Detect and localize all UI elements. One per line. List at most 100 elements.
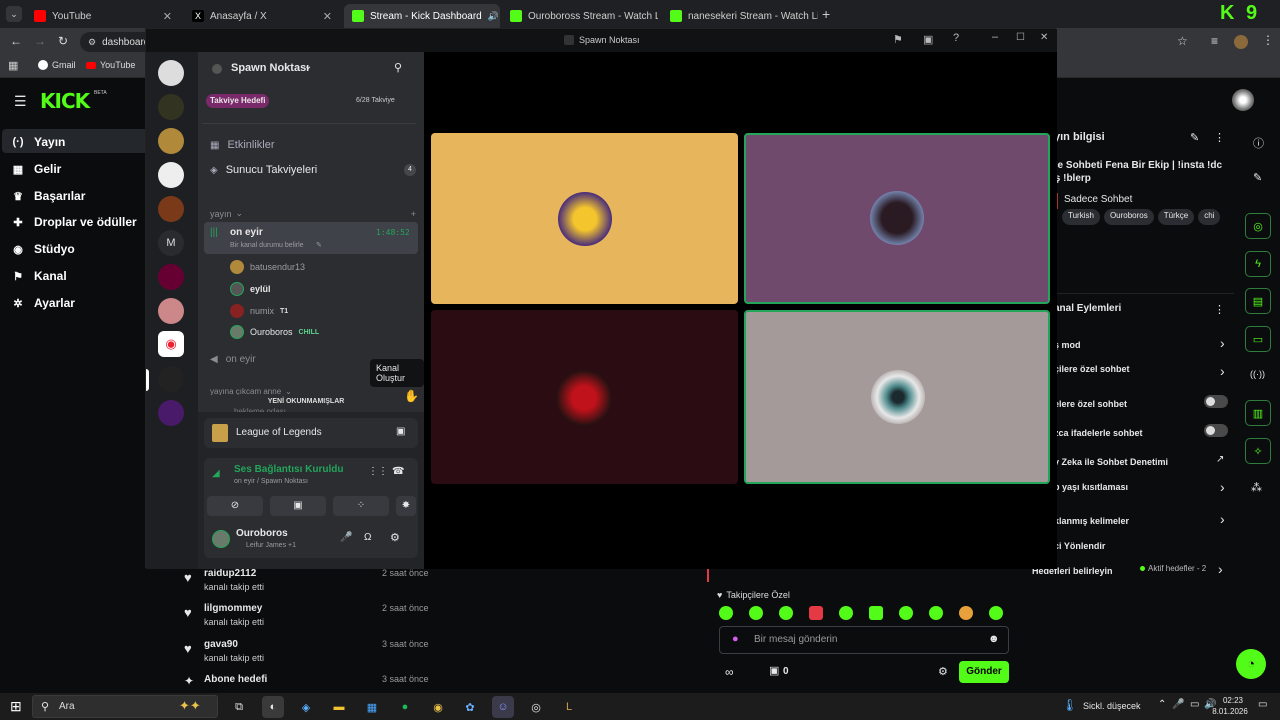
pencil-icon[interactable]: ✎ [316, 241, 322, 249]
kick-extension-icon[interactable]: K [1220, 2, 1234, 25]
close-icon[interactable]: ✕ [323, 10, 332, 23]
weather-text[interactable]: Sickl. düşecek [1083, 701, 1141, 711]
participant-tile[interactable] [744, 133, 1050, 304]
server-boosts-row[interactable]: ◈ Sunucu Takviyeleri 4 [210, 164, 416, 176]
league-icon[interactable]: L [558, 696, 580, 718]
tab-list-chevron-icon[interactable]: ⌄ [6, 6, 22, 22]
server-icon[interactable] [158, 366, 184, 392]
list-item[interactable]: ♥ raidup2112 kanalı takip etti 2 saat ön… [182, 568, 432, 598]
participant-tile[interactable] [744, 310, 1050, 484]
extensions-icon[interactable]: ≡ [1211, 34, 1218, 48]
emote-icon[interactable] [929, 606, 943, 620]
inbox-flag-icon[interactable]: ⚑ [893, 33, 903, 46]
sidebar-item-ayarlar[interactable]: ✲ Ayarlar [12, 296, 75, 310]
microphone-icon[interactable]: 🎤 [340, 532, 352, 543]
channel-action-item[interactable]: elere özel sohbet [1054, 395, 1230, 410]
clipboard-icon[interactable]: ▤ [1245, 288, 1271, 314]
store-icon[interactable]: ▦ [361, 696, 383, 718]
category-yayin[interactable]: yayın ⌄ + [210, 208, 416, 219]
back-icon[interactable]: ← [10, 34, 22, 48]
discord-icon[interactable]: ☺ [492, 696, 514, 718]
chat-input[interactable]: ● Bir mesaj gönderin ☻ [719, 626, 1009, 654]
maximize-icon[interactable]: ☐ [1016, 32, 1025, 43]
avatar[interactable] [1234, 35, 1248, 49]
tag[interactable]: Ouroboros [1103, 209, 1154, 225]
voice-user[interactable]: batusendur13 [230, 260, 305, 274]
microphone-icon[interactable]: ● [732, 633, 739, 645]
file-explorer-icon[interactable]: ▬ [328, 696, 350, 718]
info-icon[interactable]: ⓘ [1253, 135, 1264, 151]
emote-icon[interactable] [839, 606, 853, 620]
apps-icon[interactable]: ▦ [8, 59, 18, 72]
windows-start-icon[interactable]: ⊞ [10, 698, 22, 715]
screen-share-button[interactable]: ▣ [270, 496, 326, 516]
emote-icon[interactable] [959, 606, 973, 620]
activity-user[interactable]: raidup2112 [204, 568, 256, 579]
edit-icon[interactable]: ✎ [1253, 171, 1262, 184]
microphone-icon[interactable]: 🎤 [1172, 699, 1184, 710]
noise-suppression-icon[interactable]: ⋮⋮ [368, 466, 388, 477]
camera-off-button[interactable]: ⊘ [207, 496, 263, 516]
bookmark-youtube[interactable]: YouTube [86, 60, 135, 70]
sidebar-item-droplar[interactable]: ✚ Droplar ve ödüller [12, 215, 136, 229]
close-icon[interactable]: ✕ [1040, 32, 1048, 43]
chevron-down-icon[interactable]: ⌄ [304, 61, 312, 72]
forward-icon[interactable]: → [34, 34, 46, 48]
chrome-icon[interactable]: ◉ [427, 696, 449, 718]
tray-chevron-icon[interactable]: ⌃ [1158, 699, 1166, 710]
activities-button[interactable]: ⁘ [333, 496, 389, 516]
emote-icon[interactable] [719, 606, 733, 620]
channel-action-item[interactable]: çilere özel sohbet › [1054, 361, 1230, 379]
camera-icon[interactable]: ◎ [1245, 213, 1271, 239]
tab-youtube[interactable]: YouTube ✕ [26, 4, 180, 28]
emoji-icon[interactable]: ☻ [988, 633, 1000, 645]
gear-icon[interactable]: ⚙ [390, 531, 400, 544]
headphones-icon[interactable]: Ω [364, 532, 371, 543]
sidebar-item-kanal[interactable]: ⚑ Kanal [12, 269, 67, 283]
game-activity[interactable]: League of Legends ▣ [204, 418, 418, 448]
sidebar-item-yayin[interactable]: (·) Yayın [12, 135, 66, 149]
send-button[interactable]: Gönder [959, 661, 1009, 683]
kick-logo[interactable]: KICK [40, 89, 90, 113]
toggle-switch[interactable] [1204, 424, 1228, 437]
activity-user[interactable]: gava90 [204, 639, 238, 650]
list-item[interactable]: ✦ Abone hedefi 3 saat önce [182, 674, 432, 690]
server-icon[interactable] [158, 60, 184, 86]
list-item[interactable]: ♥ gava90 kanalı takip etti 3 saat önce [182, 639, 432, 669]
more-icon[interactable]: ⋮ [1214, 303, 1225, 316]
disconnect-icon[interactable]: ☎ [392, 466, 404, 477]
soundboard-button[interactable]: ✸ [396, 496, 416, 516]
voice-channel[interactable]: ◀ on eyir [210, 354, 256, 365]
bookmark-gmail[interactable]: Gmail [38, 60, 76, 70]
avatar[interactable] [1232, 89, 1254, 111]
activity-user[interactable]: Abone hedefi [204, 674, 267, 685]
menu-icon[interactable]: ⋮ [1262, 33, 1274, 47]
app-icon[interactable]: ◐ [262, 696, 284, 718]
server-icon[interactable] [158, 128, 184, 154]
channel-action-item[interactable]: y Zeka ile Sohbet Denetimi ↗ [1054, 454, 1230, 468]
copilot-icon[interactable]: ◈ [295, 696, 317, 718]
channel-action-item[interactable]: klanmış kelimeler › [1054, 511, 1230, 527]
weather-icon[interactable]: 🌡 [1062, 698, 1077, 712]
help-chat-button[interactable]: ◔ [1236, 649, 1266, 679]
tag[interactable]: Türkçe [1157, 209, 1195, 225]
participant-tile[interactable] [431, 133, 738, 304]
list-item[interactable]: ♥ lilgmommey kanalı takip etti 2 saat ön… [182, 603, 432, 633]
avatar[interactable] [212, 530, 230, 548]
edit-icon[interactable]: ✎ [1190, 131, 1199, 144]
server-icon[interactable]: ◉ [158, 331, 184, 357]
server-icon[interactable] [158, 264, 184, 290]
voice-user[interactable]: eylül [230, 282, 271, 296]
obs-icon[interactable]: ◎ [525, 696, 547, 718]
gift-icon[interactable]: ▣ [769, 664, 779, 677]
infinity-points-icon[interactable]: ∞ [725, 665, 734, 679]
new-tab-icon[interactable]: + [822, 6, 830, 22]
sidebar-item-studyo[interactable]: ◉ Stüdyo [12, 242, 74, 256]
emote-icon[interactable] [869, 606, 883, 620]
emote-icon[interactable] [749, 606, 763, 620]
activity-user[interactable]: lilgmommey [204, 603, 262, 614]
channel-action-item[interactable]: ş mod › [1054, 335, 1230, 351]
clock-time[interactable]: 02:23 [1213, 696, 1253, 705]
server-icon[interactable] [158, 298, 184, 324]
tab-kick-dashboard[interactable]: Stream - Kick Dashboard🔊✕ [344, 4, 500, 28]
